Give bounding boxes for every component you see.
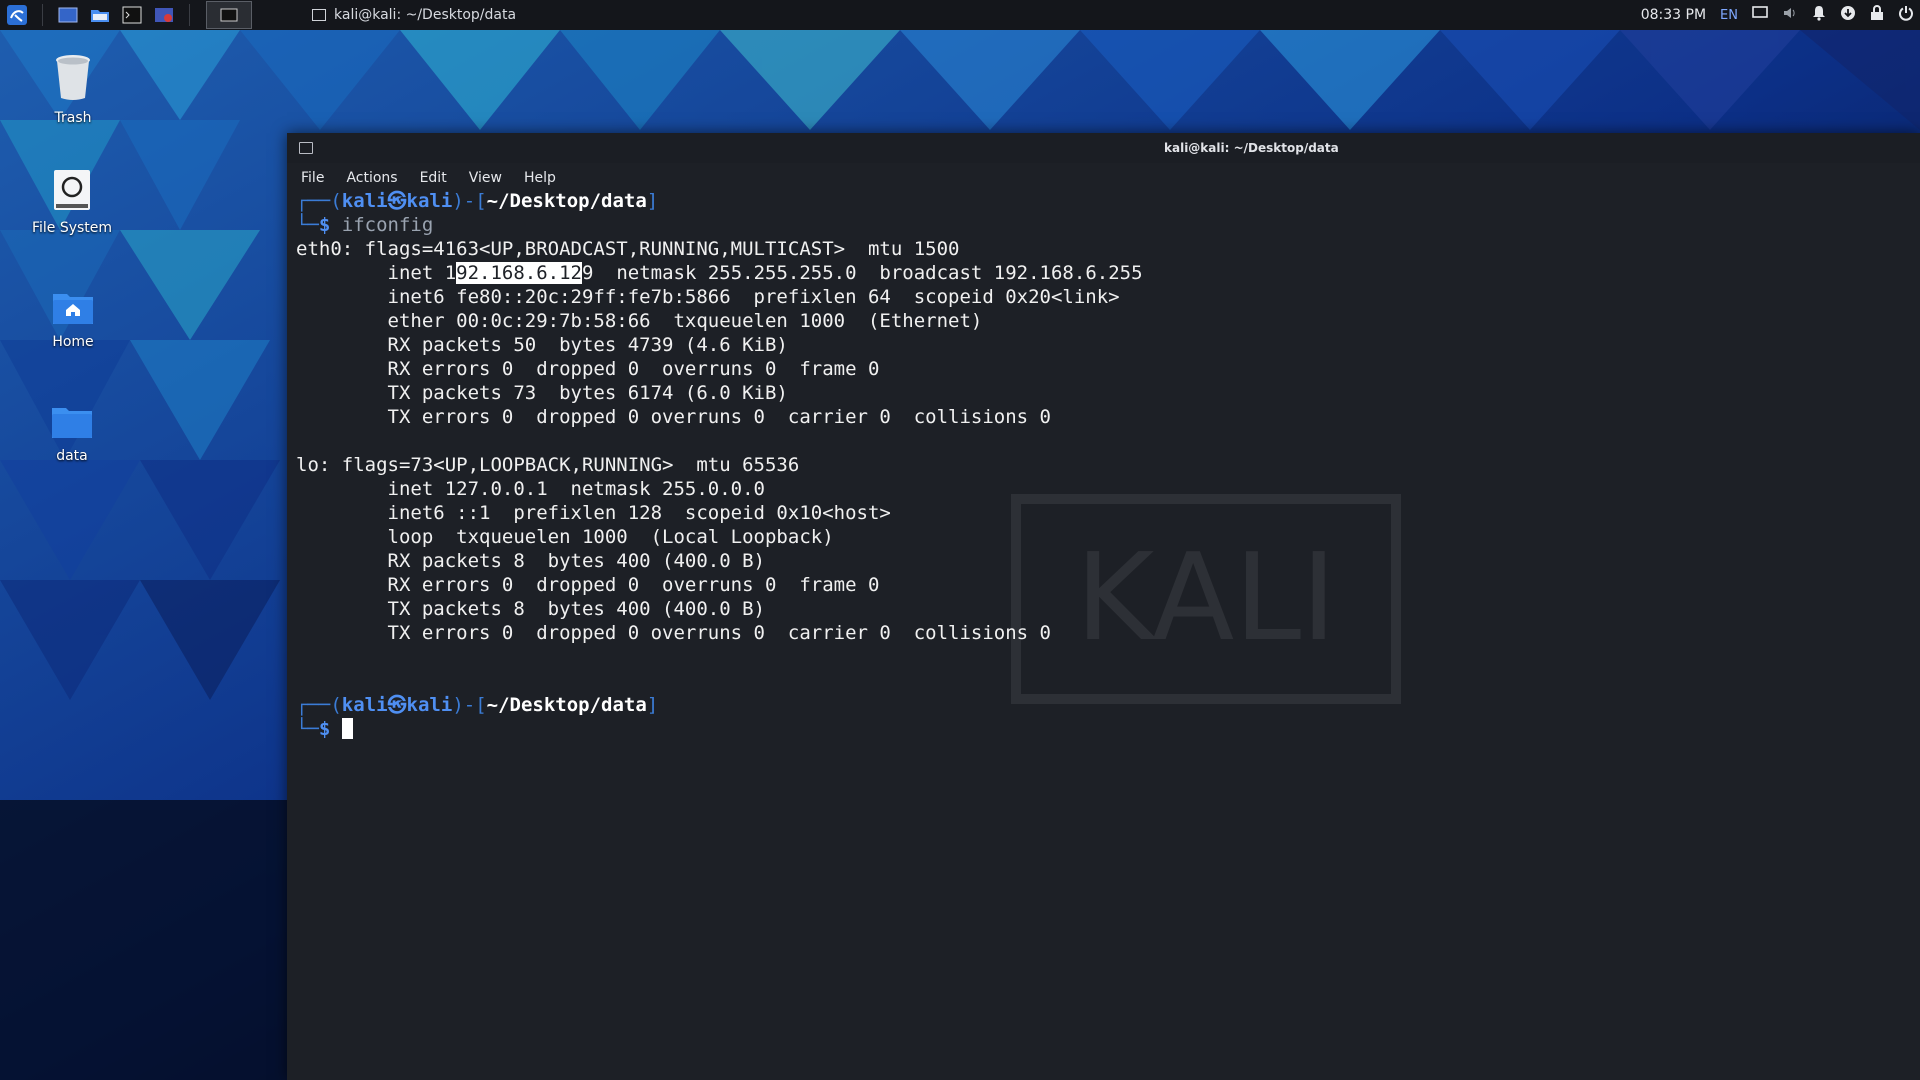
menu-edit[interactable]: Edit bbox=[420, 170, 447, 186]
desktop-icon-home[interactable]: Home bbox=[18, 290, 128, 350]
window-titlebar[interactable]: kali@kali: ~/Desktop/data bbox=[287, 133, 1920, 163]
top-panel: kali@kali: ~/Desktop/data 08:33 PM EN bbox=[0, 0, 1920, 30]
browser-icon[interactable] bbox=[151, 3, 177, 27]
terminal-window[interactable]: kali@kali: ~/Desktop/data File Actions E… bbox=[287, 133, 1920, 1080]
panel-launchers bbox=[0, 1, 252, 29]
terminal-window-icon bbox=[312, 9, 326, 21]
network-icon[interactable] bbox=[1840, 5, 1856, 25]
home-folder-icon bbox=[53, 294, 93, 324]
menu-view[interactable]: View bbox=[469, 170, 502, 186]
workspace-switcher[interactable] bbox=[206, 1, 252, 29]
menu-help[interactable]: Help bbox=[524, 170, 556, 186]
folder-icon bbox=[52, 408, 92, 438]
output-line: RX errors 0 dropped 0 overruns 0 frame 0 bbox=[296, 358, 880, 380]
desktop-icon-trash[interactable]: Trash bbox=[18, 52, 128, 126]
command-text: ifconfig bbox=[341, 214, 434, 236]
keyboard-layout[interactable]: EN bbox=[1720, 8, 1738, 23]
window-title: kali@kali: ~/Desktop/data bbox=[1164, 141, 1339, 155]
lock-screen-icon[interactable] bbox=[1870, 5, 1884, 25]
desktop-icon-data[interactable]: data bbox=[17, 404, 127, 464]
taskbar-window-title: kali@kali: ~/Desktop/data bbox=[334, 7, 517, 23]
desktop-icon-label: File System bbox=[31, 220, 113, 236]
desktop-icon-label: Home bbox=[52, 334, 94, 350]
drive-icon bbox=[54, 170, 90, 210]
output-line: eth0: flags=4163<UP,BROADCAST,RUNNING,MU… bbox=[296, 238, 960, 260]
volume-icon[interactable] bbox=[1782, 6, 1798, 24]
show-desktop-icon[interactable] bbox=[55, 3, 81, 27]
panel-separator bbox=[189, 4, 190, 26]
kali-menu-icon[interactable] bbox=[4, 3, 30, 27]
panel-tray: 08:33 PM EN bbox=[1641, 0, 1914, 30]
terminal-launcher-icon[interactable] bbox=[119, 3, 145, 27]
output-line: lo: flags=73<UP,LOOPBACK,RUNNING> mtu 65… bbox=[296, 454, 800, 476]
output-line: TX packets 73 bytes 6174 (6.0 KiB) bbox=[296, 382, 788, 404]
kali-watermark-logo: KALI bbox=[1011, 494, 1401, 704]
selected-text: 92.168.6.12 bbox=[456, 262, 582, 284]
notifications-icon[interactable] bbox=[1812, 5, 1826, 25]
command-line: └─$ ifconfig bbox=[296, 214, 434, 236]
window-menu-icon[interactable] bbox=[299, 142, 313, 154]
terminal-screen[interactable]: KALI ┌──(kali㉿kali)-[~/Desktop/data] └─$… bbox=[296, 189, 1920, 1080]
trash-icon bbox=[56, 55, 90, 100]
clock[interactable]: 08:33 PM bbox=[1641, 7, 1706, 23]
output-line: inet6 fe80::20c:29ff:fe7b:5866 prefixlen… bbox=[296, 286, 1120, 308]
prompt-line-1: ┌──(kali㉿kali)-[~/Desktop/data] bbox=[296, 190, 659, 212]
taskbar-window-button[interactable]: kali@kali: ~/Desktop/data bbox=[312, 7, 516, 23]
output-line: ether 00:0c:29:7b:58:66 txqueuelen 1000 … bbox=[296, 310, 983, 332]
menu-actions[interactable]: Actions bbox=[346, 170, 397, 186]
desktop-icon-file-system[interactable]: File System bbox=[17, 168, 127, 236]
display-icon[interactable] bbox=[1752, 6, 1768, 24]
output-line: inet 192.168.6.129 netmask 255.255.255.0… bbox=[296, 262, 1143, 284]
menu-file[interactable]: File bbox=[301, 170, 324, 186]
desktop-icon-label: data bbox=[56, 448, 88, 464]
output-line: RX packets 50 bytes 4739 (4.6 KiB) bbox=[296, 334, 788, 356]
panel-separator bbox=[42, 4, 43, 26]
text-cursor bbox=[341, 718, 353, 739]
watermark-text: KALI bbox=[1076, 529, 1337, 668]
file-manager-icon[interactable] bbox=[87, 3, 113, 27]
power-icon[interactable] bbox=[1898, 5, 1914, 25]
output-line: TX errors 0 dropped 0 overruns 0 carrier… bbox=[296, 406, 1051, 428]
desktop-icon-label: Trash bbox=[54, 110, 92, 126]
